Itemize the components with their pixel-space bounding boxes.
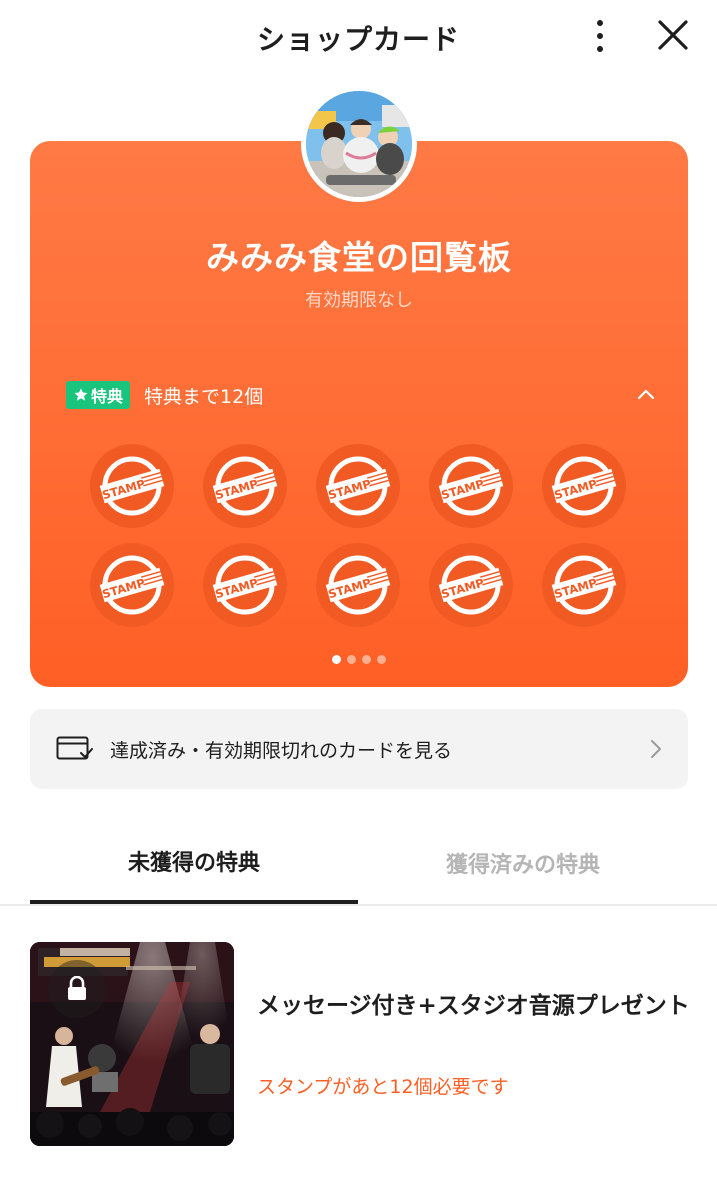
stamp-mark-icon: STAMP	[551, 456, 617, 516]
header: ショップカード	[0, 0, 717, 76]
stamp-slot: STAMP	[316, 543, 400, 627]
shop-card[interactable]: みみみ食堂の回覧板 有効期限なし 特典 特典まで12個 STAMP STAMP …	[30, 141, 688, 687]
page-dot[interactable]	[347, 655, 356, 664]
stamp-slot: STAMP	[542, 444, 626, 528]
stamp-slot: STAMP	[203, 444, 287, 528]
stamp-mark-icon: STAMP	[438, 555, 504, 615]
archived-cards-label: 達成済み・有効期限切れのカードを見る	[110, 740, 453, 762]
stamp-slot: STAMP	[429, 543, 513, 627]
close-icon	[658, 20, 688, 50]
chevron-up-icon[interactable]	[636, 385, 656, 405]
benefit-progress-text: 特典まで12個	[144, 385, 264, 408]
stamp-mark-icon: STAMP	[212, 555, 278, 615]
benefit-badge-label: 特典	[91, 387, 124, 406]
reward-title[interactable]: メッセージ付き+スタジオ音源プレゼント	[257, 985, 697, 1027]
reward-tabs: 未獲得の特典 獲得済みの特典	[0, 822, 717, 906]
reward-image[interactable]	[30, 942, 234, 1146]
shop-avatar	[301, 86, 417, 202]
benefit-badge: 特典	[66, 381, 131, 409]
stamp-mark-icon: STAMP	[212, 456, 278, 516]
card-title: みみみ食堂の回覧板	[206, 238, 512, 277]
stamp-mark-icon: STAMP	[99, 555, 165, 615]
stamp-slot: STAMP	[90, 444, 174, 528]
lock-icon	[68, 976, 86, 1000]
stamp-mark-icon: STAMP	[99, 456, 165, 516]
page-dot[interactable]	[362, 655, 371, 664]
lock-badge	[48, 960, 106, 1018]
stamp-slot: STAMP	[90, 543, 174, 627]
stamp-mark-icon: STAMP	[551, 555, 617, 615]
page-indicator	[30, 655, 688, 664]
card-archive-icon	[56, 736, 93, 760]
tab-claimed-rewards[interactable]: 獲得済みの特典	[358, 822, 688, 904]
archived-cards-link[interactable]: 達成済み・有効期限切れのカードを見る	[30, 709, 688, 789]
benefit-row[interactable]: 特典 特典まで12個	[66, 379, 658, 411]
stamp-mark-icon: STAMP	[325, 555, 391, 615]
page-dot[interactable]	[332, 655, 341, 664]
card-expiry: 有効期限なし	[305, 290, 413, 311]
stamp-mark-icon: STAMP	[325, 456, 391, 516]
stamp-mark-icon: STAMP	[438, 456, 504, 516]
star-icon	[74, 388, 88, 401]
stamp-slot: STAMP	[429, 444, 513, 528]
tab-unclaimed-rewards[interactable]: 未獲得の特典	[30, 822, 358, 904]
more-vertical-icon	[597, 20, 603, 26]
more-options-button[interactable]	[582, 16, 618, 56]
stamp-slot: STAMP	[316, 444, 400, 528]
page-dot[interactable]	[377, 655, 386, 664]
reward-requirement: スタンプがあと12個必要です	[257, 1076, 509, 1098]
close-button[interactable]	[652, 14, 694, 56]
stamp-slot: STAMP	[542, 543, 626, 627]
stamp-slot: STAMP	[203, 543, 287, 627]
chevron-right-icon	[651, 740, 661, 758]
